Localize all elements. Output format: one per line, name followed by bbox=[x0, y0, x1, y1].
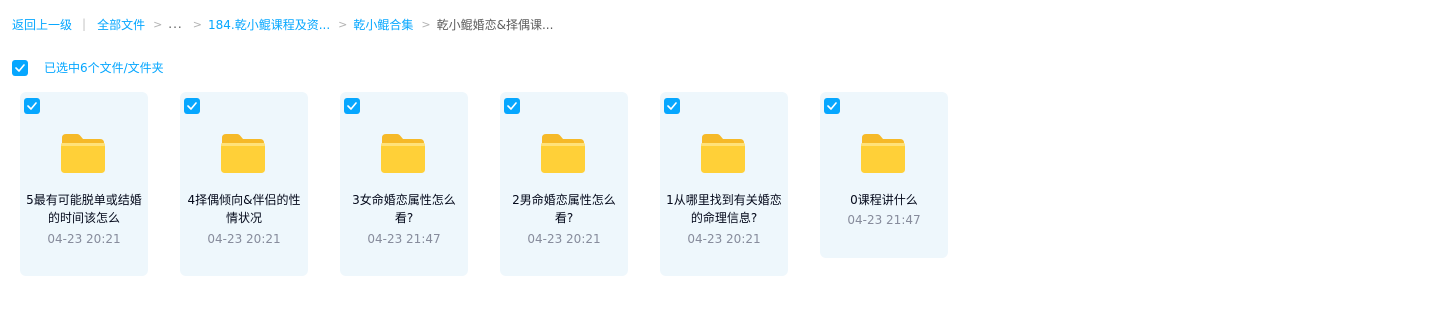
file-card[interactable]: 1从哪里找到有关婚恋的命理信息? 04-23 20:21 bbox=[660, 92, 788, 276]
select-all-checkbox[interactable] bbox=[12, 59, 28, 76]
selection-count-label: 已选中6个文件/文件夹 bbox=[44, 61, 164, 75]
folder-icon bbox=[381, 134, 425, 173]
file-checkbox[interactable] bbox=[344, 98, 360, 114]
folder-icon bbox=[701, 134, 745, 173]
selection-bar: 已选中6个文件/文件夹 bbox=[12, 59, 164, 76]
chevron-right-icon: > bbox=[421, 17, 431, 31]
file-checkbox[interactable] bbox=[824, 98, 840, 114]
file-modified-time: 04-23 20:21 bbox=[527, 232, 601, 246]
file-checkbox[interactable] bbox=[664, 98, 680, 114]
breadcrumb-divider: | bbox=[82, 17, 87, 31]
file-name[interactable]: 1从哪里找到有关婚恋的命理信息? bbox=[666, 191, 782, 227]
folder-icon bbox=[861, 134, 905, 173]
checkmark-icon bbox=[347, 102, 357, 110]
file-modified-time: 04-23 21:47 bbox=[367, 232, 441, 246]
folder-icon bbox=[221, 134, 265, 173]
file-name[interactable]: 5最有可能脱单或结婚的时间该怎么 bbox=[26, 191, 142, 227]
breadcrumb-current: 乾小鲲婚恋&择偶课... bbox=[436, 17, 554, 32]
file-modified-time: 04-23 21:47 bbox=[847, 213, 921, 227]
file-name[interactable]: 4择偶倾向&伴侣的性情状况 bbox=[186, 191, 302, 227]
folder-icon bbox=[61, 134, 105, 173]
file-name[interactable]: 3女命婚恋属性怎么看? bbox=[346, 191, 462, 227]
checkmark-icon bbox=[15, 63, 25, 72]
chevron-right-icon: > bbox=[338, 17, 348, 31]
chevron-right-icon: > bbox=[192, 17, 202, 31]
breadcrumb-ellipsis[interactable]: ... bbox=[168, 17, 182, 31]
breadcrumb-item-collection[interactable]: 乾小鲲合集 bbox=[353, 16, 413, 33]
back-link[interactable]: 返回上一级 bbox=[12, 16, 72, 33]
file-card[interactable]: 2男命婚恋属性怎么看? 04-23 20:21 bbox=[500, 92, 628, 276]
file-card[interactable]: 3女命婚恋属性怎么看? 04-23 21:47 bbox=[340, 92, 468, 276]
folder-icon bbox=[541, 134, 585, 173]
checkmark-icon bbox=[27, 102, 37, 110]
file-grid: 5最有可能脱单或结婚的时间该怎么 04-23 20:21 4择偶倾向&伴侣的性情状况… bbox=[20, 92, 960, 276]
breadcrumb-item-course-folder[interactable]: 184.乾小鲲课程及资... bbox=[208, 16, 330, 33]
file-card[interactable]: 0课程讲什么 04-23 21:47 bbox=[820, 92, 948, 258]
checkmark-icon bbox=[507, 102, 517, 110]
file-card[interactable]: 5最有可能脱单或结婚的时间该怎么 04-23 20:21 bbox=[20, 92, 148, 276]
breadcrumb: 返回上一级 | 全部文件 > ... > 184.乾小鲲课程及资... > 乾小… bbox=[12, 14, 553, 34]
file-modified-time: 04-23 20:21 bbox=[207, 232, 281, 246]
file-checkbox[interactable] bbox=[504, 98, 520, 114]
file-name[interactable]: 2男命婚恋属性怎么看? bbox=[506, 191, 622, 227]
chevron-right-icon: > bbox=[153, 17, 163, 31]
checkmark-icon bbox=[667, 102, 677, 110]
file-modified-time: 04-23 20:21 bbox=[687, 232, 761, 246]
file-modified-time: 04-23 20:21 bbox=[47, 232, 121, 246]
file-checkbox[interactable] bbox=[24, 98, 40, 114]
file-name[interactable]: 0课程讲什么 bbox=[826, 191, 942, 209]
checkmark-icon bbox=[827, 102, 837, 110]
file-checkbox[interactable] bbox=[184, 98, 200, 114]
breadcrumb-root-all-files[interactable]: 全部文件 bbox=[97, 16, 145, 33]
checkmark-icon bbox=[187, 102, 197, 110]
file-card[interactable]: 4择偶倾向&伴侣的性情状况 04-23 20:21 bbox=[180, 92, 308, 276]
